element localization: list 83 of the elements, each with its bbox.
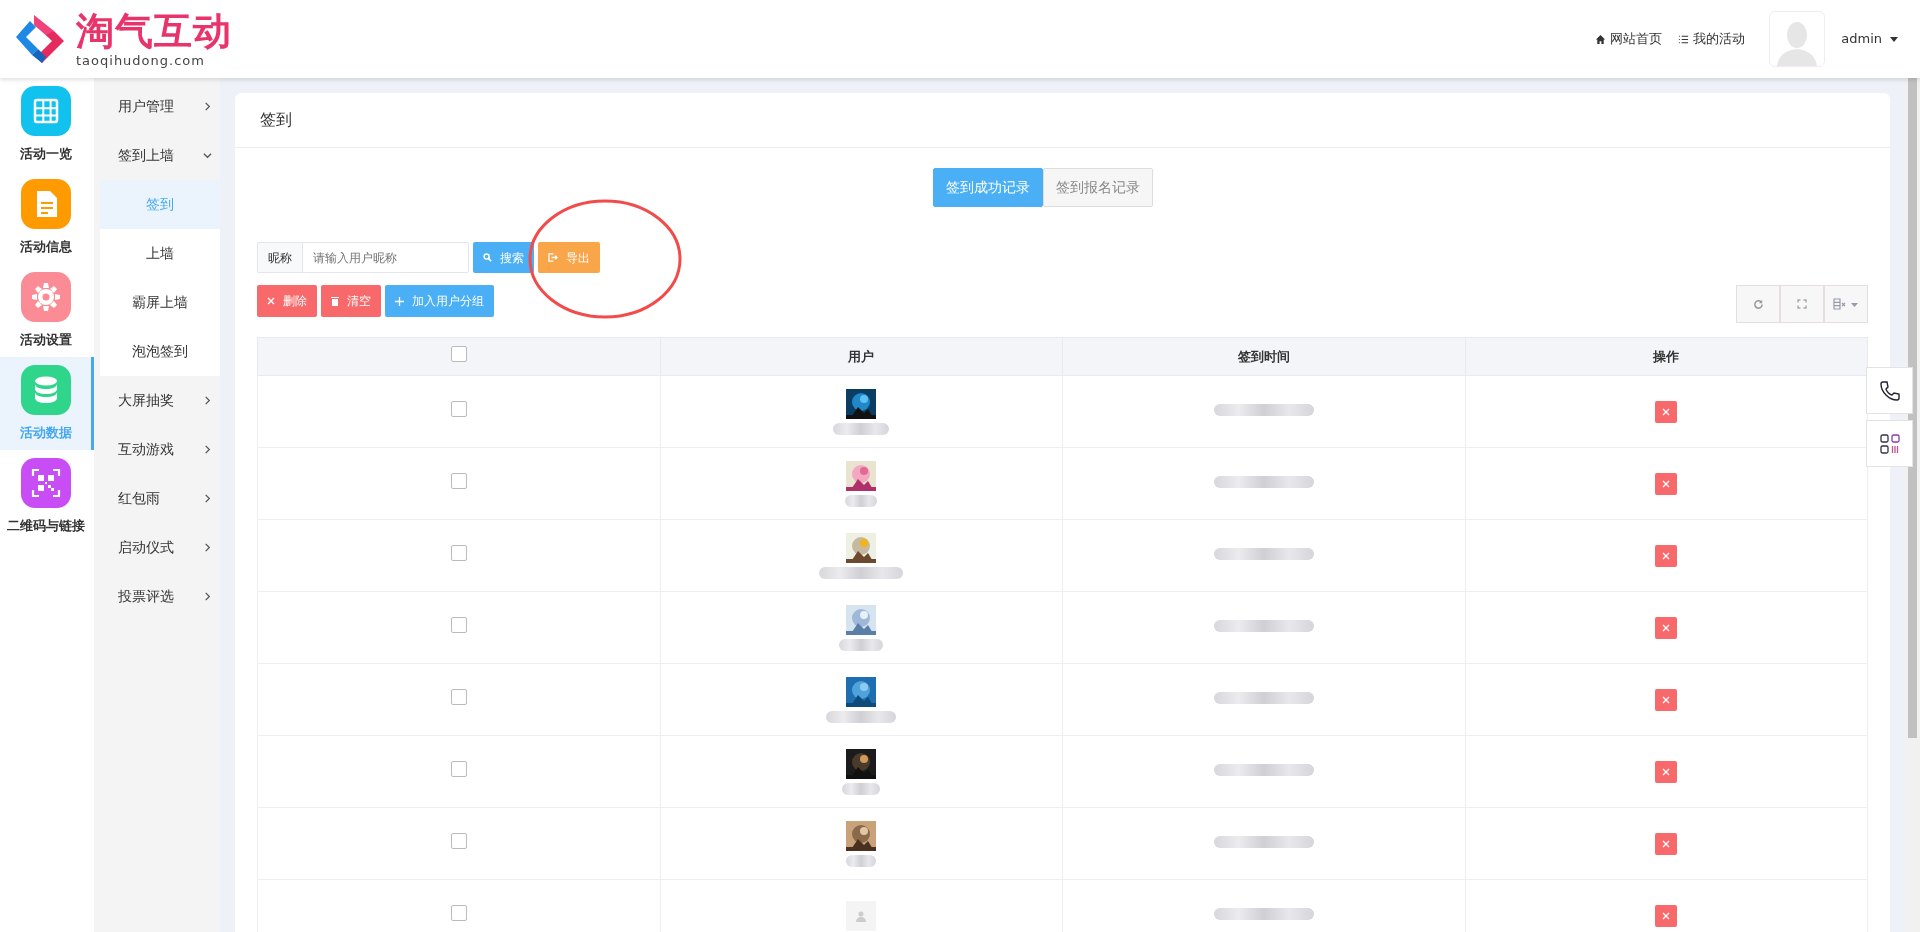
checkbox[interactable] xyxy=(450,904,467,921)
phone-icon xyxy=(1878,379,1901,402)
menu-item[interactable]: 启动仪式 xyxy=(94,523,220,572)
scroll-bar[interactable] xyxy=(1905,78,1920,932)
sidebar-item[interactable]: 活动设置 xyxy=(0,264,94,357)
export-icon xyxy=(548,253,558,262)
close-icon xyxy=(267,297,275,305)
home-icon xyxy=(1595,33,1607,45)
blurred-text xyxy=(839,638,884,651)
sidebar-item[interactable]: 活动一览 xyxy=(0,78,94,171)
chevron-icon xyxy=(203,396,212,405)
checkbox[interactable] xyxy=(450,688,467,705)
delete-button[interactable] xyxy=(1655,688,1678,711)
chevron-icon xyxy=(203,543,212,552)
search-icon xyxy=(483,253,492,262)
checkbox[interactable] xyxy=(450,616,467,633)
checkbox[interactable] xyxy=(450,832,467,849)
checkbox[interactable] xyxy=(450,345,467,362)
delete-button[interactable] xyxy=(1655,400,1678,423)
avatar-icon xyxy=(855,909,868,922)
blurred-text xyxy=(845,494,878,507)
logo-domain: taoqihudong.com xyxy=(76,53,206,67)
blurred-text xyxy=(833,422,890,435)
close-icon xyxy=(1662,840,1671,848)
fullscreen-icon xyxy=(1797,299,1807,309)
chevron-icon xyxy=(203,494,212,503)
submenu-item[interactable]: 霸屏上墙 xyxy=(100,278,220,327)
sidebar-item[interactable]: 活动信息 xyxy=(0,171,94,264)
menu-item[interactable]: 用户管理 xyxy=(94,82,220,131)
column-header: 操作 xyxy=(1465,337,1868,376)
menu-item[interactable]: 签到上墙 xyxy=(94,131,220,180)
columns-icon xyxy=(1833,298,1859,310)
checkbox[interactable] xyxy=(450,760,467,777)
chevron-icon xyxy=(203,102,212,111)
close-icon xyxy=(1662,696,1671,704)
delete-button[interactable] xyxy=(1655,832,1678,855)
checkbox[interactable] xyxy=(450,544,467,561)
refresh-icon xyxy=(1752,298,1764,310)
apps-icon xyxy=(1879,433,1900,454)
caret-icon xyxy=(1890,36,1898,42)
nav-link[interactable]: 网站首页 xyxy=(1595,29,1663,49)
close-icon xyxy=(1662,408,1671,416)
menu-item[interactable]: 红包雨 xyxy=(94,474,220,523)
column-header: 签到时间 xyxy=(1062,337,1465,376)
menu-item[interactable]: 投票评选 xyxy=(94,572,220,621)
menu-item[interactable]: 大屏抽奖 xyxy=(94,376,220,425)
plus-icon xyxy=(395,296,404,306)
refresh-button[interactable] xyxy=(1736,285,1780,323)
trash-icon xyxy=(331,296,339,306)
close-icon xyxy=(1662,768,1671,776)
close-icon xyxy=(1662,552,1671,560)
chevron-icon xyxy=(203,592,212,601)
phone-button[interactable] xyxy=(1866,367,1913,414)
logo-title: 淘气互动 xyxy=(76,11,232,50)
submenu-item[interactable]: 上墙 xyxy=(100,229,220,278)
delete-button[interactable] xyxy=(1655,616,1678,639)
panel-title: 签到 xyxy=(260,109,292,131)
column-header: 用户 xyxy=(660,337,1063,376)
delete-button[interactable] xyxy=(1655,760,1678,783)
menu-item[interactable]: 互动游戏 xyxy=(94,425,220,474)
checkbox[interactable] xyxy=(450,400,467,417)
delete-button[interactable] xyxy=(1655,544,1678,567)
list-icon xyxy=(1678,33,1690,45)
close-icon xyxy=(1662,480,1671,488)
blurred-text xyxy=(846,854,877,867)
submenu-item[interactable]: 泡泡签到 xyxy=(100,327,220,376)
nav-link[interactable]: 我的活动 xyxy=(1678,29,1746,49)
close-icon xyxy=(1662,624,1671,632)
sidebar-item[interactable]: 二维码与链接 xyxy=(0,450,94,543)
blurred-text xyxy=(842,782,881,795)
apps-button[interactable] xyxy=(1866,420,1913,467)
user-menu[interactable]: admin xyxy=(1841,29,1898,49)
delete-button[interactable] xyxy=(1655,472,1678,495)
checkbox[interactable] xyxy=(450,472,467,489)
fullscreen-button[interactable] xyxy=(1780,285,1824,323)
close-icon xyxy=(1662,912,1671,920)
blurred-text xyxy=(826,710,897,723)
field-label: 昵称 xyxy=(257,242,302,273)
delete-button[interactable] xyxy=(1655,904,1678,927)
chevron-icon xyxy=(203,151,212,160)
search-field[interactable]: 请输入用户昵称 xyxy=(302,242,469,273)
chevron-icon xyxy=(203,445,212,454)
columns-button[interactable] xyxy=(1824,285,1868,323)
